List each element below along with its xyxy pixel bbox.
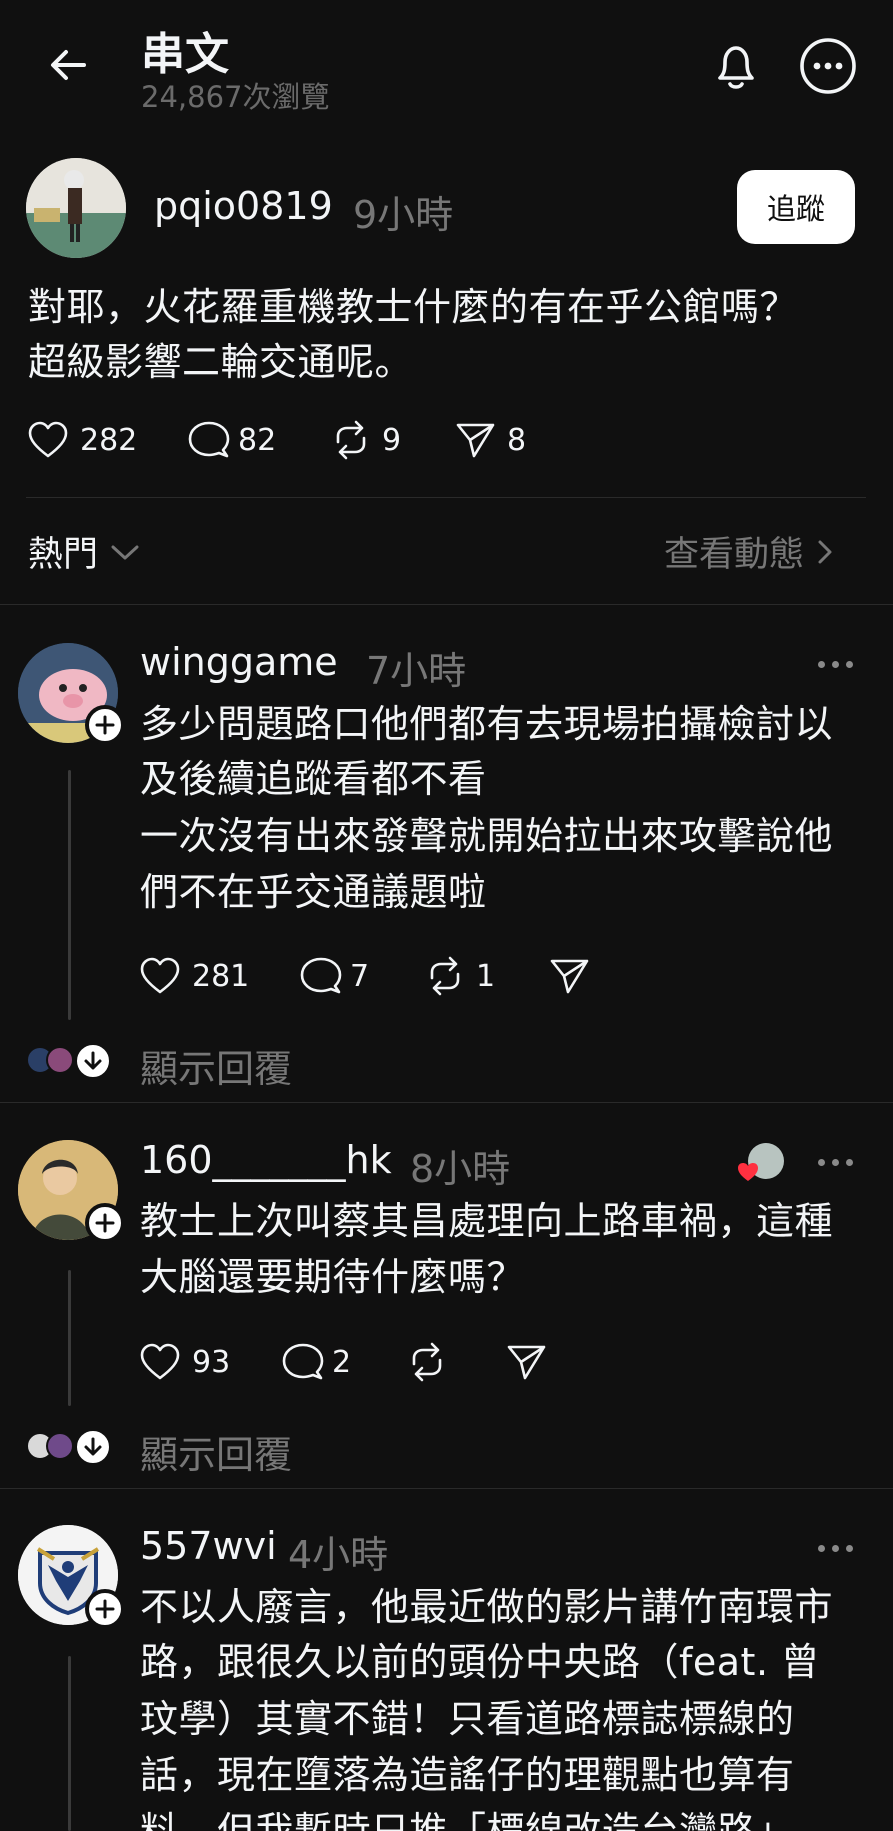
reply-like-count: 93 xyxy=(192,1344,231,1380)
section-divider xyxy=(0,604,893,605)
repost-icon xyxy=(336,420,366,460)
reply-like-button[interactable]: 281 xyxy=(138,956,249,996)
reply-more-button[interactable] xyxy=(818,661,853,668)
avatar-image xyxy=(26,158,126,258)
chevron-down-icon xyxy=(111,545,139,559)
reply-time: 7小時 xyxy=(366,649,467,693)
post-comment-button[interactable]: 82 xyxy=(188,420,276,460)
reply-text-line: 路，跟很久以前的頭份中央路（feat. 曾 xyxy=(140,1640,820,1684)
reply-share-button[interactable] xyxy=(506,1342,548,1386)
author-liked-indicator xyxy=(738,1143,786,1183)
thread-line xyxy=(68,1656,71,1831)
comment-icon xyxy=(300,957,342,994)
follow-button-label: 追蹤 xyxy=(766,192,825,226)
post-repost-button[interactable]: 9 xyxy=(330,420,401,460)
post-text-line-2: 超級影響二輪交通呢。 xyxy=(28,340,414,384)
comment-icon xyxy=(282,1343,324,1380)
reply-comment-button[interactable]: 7 xyxy=(300,956,369,996)
show-replies-link[interactable]: 顯示回覆 xyxy=(140,1424,292,1479)
reply-username[interactable]: 160_______hk xyxy=(140,1138,392,1182)
reply-more-button[interactable] xyxy=(818,1545,853,1552)
author-username[interactable]: pqio0819 xyxy=(154,184,333,228)
follow-plus-button[interactable] xyxy=(85,1589,125,1629)
show-replies-link[interactable]: 顯示回覆 xyxy=(140,1038,292,1093)
send-icon xyxy=(550,959,589,994)
expand-replies-icon[interactable] xyxy=(74,1042,112,1080)
post-text-line-1: 對耶，火花羅重機教士什麼的有在乎公館嗎？ xyxy=(28,285,799,329)
reply-divider xyxy=(0,1488,893,1489)
red-heart-icon xyxy=(738,1163,758,1181)
chevron-right-icon xyxy=(818,540,832,563)
heart-icon xyxy=(140,1343,180,1380)
reply-like-count: 281 xyxy=(192,958,250,994)
follow-plus-button[interactable] xyxy=(85,1203,125,1243)
post-like-count: 282 xyxy=(80,422,138,458)
thread-line xyxy=(68,1270,71,1406)
post-share-button[interactable]: 8 xyxy=(455,420,526,460)
reply-comment-count: 7 xyxy=(350,958,370,994)
reply-text-line: 一次沒有出來發聲就開始拉出來攻擊說他 xyxy=(140,814,834,858)
reply-like-button[interactable]: 93 xyxy=(138,1342,230,1382)
back-button[interactable] xyxy=(44,40,94,90)
send-icon xyxy=(456,423,495,458)
reply-repost-button[interactable]: 1 xyxy=(424,956,495,996)
post-comment-count: 82 xyxy=(238,422,277,458)
bell-icon xyxy=(718,46,754,89)
expand-replies-icon[interactable] xyxy=(74,1428,112,1466)
view-activity-link[interactable]: 查看動態 xyxy=(664,526,834,577)
reply-text-line: 料，但我暫時只推「標線改造台灣路」， xyxy=(140,1809,815,1831)
view-activity-label: 查看動態 xyxy=(664,535,805,575)
reply-share-button[interactable] xyxy=(549,956,591,1000)
reply-text-line: 多少問題路口他們都有去現場拍攝檢討以 xyxy=(140,702,834,746)
reply-text-line: 大腦還要期待什麼嗎？ xyxy=(140,1255,526,1299)
page-title: 串文 xyxy=(141,29,229,80)
more-options-button[interactable] xyxy=(798,36,858,96)
author-avatar[interactable] xyxy=(26,158,126,258)
send-icon xyxy=(507,1345,546,1380)
heart-icon xyxy=(28,421,68,458)
thread-line xyxy=(68,770,71,1020)
reply-time: 4小時 xyxy=(288,1533,389,1577)
reply-username[interactable]: 557wvi xyxy=(140,1524,277,1568)
view-count: 24,867次瀏覽 xyxy=(141,80,330,114)
reply-text-line: 不以人廢言，他最近做的影片講竹南環市 xyxy=(140,1585,834,1629)
reply-username[interactable]: winggame xyxy=(140,640,338,684)
arrow-down-icon xyxy=(84,1051,102,1070)
arrow-down-icon xyxy=(84,1437,102,1456)
back-arrow-icon xyxy=(51,50,86,80)
reply-comment-button[interactable]: 2 xyxy=(282,1342,351,1382)
reply-text-line: 話，現在墮落為造謠仔的理觀點也算有 xyxy=(140,1753,795,1797)
reply-comment-count: 2 xyxy=(332,1344,352,1380)
reply-text-line: 們不在乎交通議題啦 xyxy=(140,870,487,914)
post-repost-count: 9 xyxy=(382,422,402,458)
reply-text-line: 玟學）其實不錯！只看道路標誌標線的 xyxy=(140,1697,795,1741)
comment-icon xyxy=(188,421,230,458)
reply-more-button[interactable] xyxy=(818,1159,853,1166)
replier-avatar xyxy=(46,1046,74,1074)
plus-icon xyxy=(95,1213,115,1233)
reply-time: 8小時 xyxy=(410,1147,511,1191)
more-circle-icon xyxy=(800,38,856,94)
plus-icon xyxy=(95,715,115,735)
replier-avatar xyxy=(46,1432,74,1460)
reply-repost-count: 1 xyxy=(476,958,496,994)
sort-dropdown[interactable]: 熱門 xyxy=(28,526,142,577)
post-divider xyxy=(26,497,866,498)
plus-icon xyxy=(95,1599,115,1619)
post-like-button[interactable]: 282 xyxy=(26,420,137,460)
follow-button[interactable]: 追蹤 xyxy=(737,170,855,244)
reply-divider xyxy=(0,1102,893,1103)
post-time: 9小時 xyxy=(353,193,454,237)
repost-icon xyxy=(430,956,460,996)
follow-plus-button[interactable] xyxy=(85,705,125,745)
notification-button[interactable] xyxy=(708,36,764,96)
repost-icon xyxy=(412,1342,442,1382)
heart-icon xyxy=(140,957,180,994)
post-share-count: 8 xyxy=(507,422,527,458)
reply-text-line: 及後續追蹤看都不看 xyxy=(140,757,487,801)
reply-repost-button[interactable] xyxy=(406,1342,448,1386)
reply-text-line: 教士上次叫蔡其昌處理向上路車禍，這種 xyxy=(140,1199,834,1243)
sort-label: 熱門 xyxy=(28,535,99,575)
